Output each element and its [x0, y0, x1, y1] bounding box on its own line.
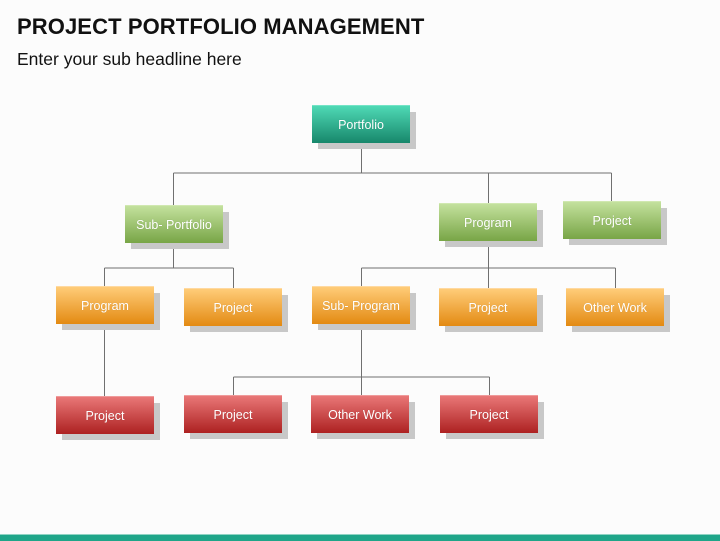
- node-sub-program[interactable]: Sub- Program: [312, 286, 416, 330]
- node-program[interactable]: Program: [439, 203, 543, 247]
- node-sub-portfolio[interactable]: Sub- Portfolio: [125, 205, 229, 249]
- node-other-work-l4[interactable]: Other Work: [311, 395, 415, 439]
- node-portfolio[interactable]: Portfolio: [312, 105, 416, 149]
- node-other-work-l3[interactable]: Other Work: [566, 288, 670, 332]
- node-label: Sub- Portfolio: [136, 217, 212, 232]
- node-project-l2[interactable]: Project: [563, 201, 667, 245]
- node-project-l4-a[interactable]: Project: [56, 396, 160, 440]
- node-project-l4-c[interactable]: Project: [440, 395, 544, 439]
- node-project-l4-b[interactable]: Project: [184, 395, 288, 439]
- node-project-l3-a[interactable]: Project: [184, 288, 288, 332]
- node-label: Other Work: [583, 300, 647, 315]
- node-label: Program: [81, 298, 129, 313]
- node-label: Program: [464, 215, 512, 230]
- node-project-l3-b[interactable]: Project: [439, 288, 543, 332]
- node-label: Project: [469, 407, 509, 422]
- node-label: Other Work: [328, 407, 392, 422]
- node-label: Sub- Program: [322, 298, 400, 313]
- node-label: Portfolio: [338, 117, 384, 132]
- node-label: Project: [85, 408, 125, 423]
- node-label: Project: [213, 407, 253, 422]
- node-program-l3[interactable]: Program: [56, 286, 160, 330]
- node-label: Project: [213, 300, 253, 315]
- node-label: Project: [468, 300, 508, 315]
- node-label: Project: [592, 213, 632, 228]
